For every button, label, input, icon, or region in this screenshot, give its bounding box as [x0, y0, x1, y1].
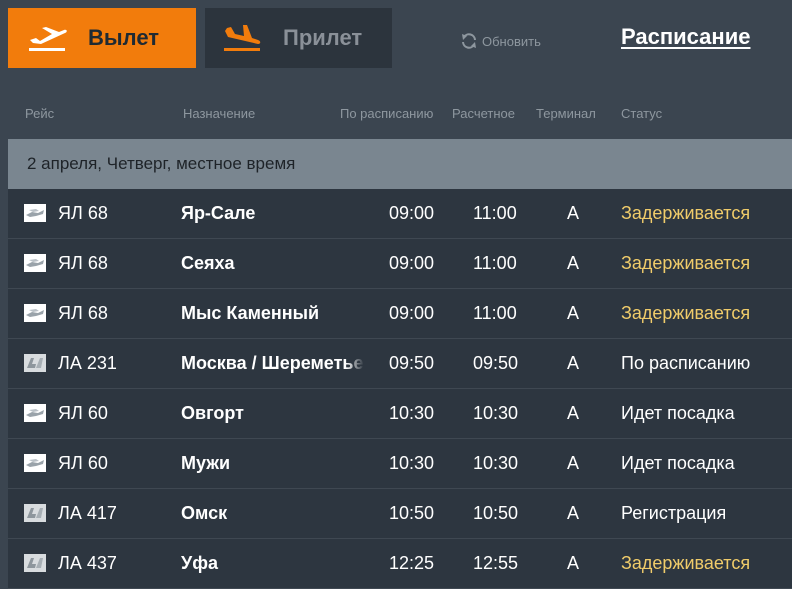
estimated-time: 10:30 [473, 403, 519, 423]
scheduled-time: 09:00 [389, 253, 435, 273]
destination: Омск [181, 489, 364, 538]
header-flight: Рейс [25, 106, 55, 121]
plane-takeoff-icon [29, 27, 67, 51]
flight-number: ЛА 231 [58, 353, 117, 373]
flight-number: ЛА 417 [58, 503, 117, 523]
estimated-time: 11:00 [473, 203, 517, 223]
flight-number: ЯЛ 68 [58, 303, 108, 323]
refresh-button[interactable]: Обновить [459, 31, 541, 51]
table-row[interactable]: ЛА 417 Омск 10:50 10:50 A Регистрация [8, 489, 792, 539]
tab-departures[interactable]: Вылет [8, 8, 196, 68]
table-row[interactable]: ЛА 437 Уфа 12:25 12:55 A Задерживается [8, 539, 792, 589]
terminal: A [567, 203, 580, 223]
estimated-time: 11:00 [473, 253, 517, 273]
terminal: A [567, 553, 580, 573]
flights-table: ЯЛ 68 Яр-Сале 09:00 11:00 A Задерживается ЯЛ 6… [8, 189, 792, 589]
estimated-time: 11:00 [473, 303, 517, 323]
airline-logo-icon [24, 304, 46, 322]
header-destination: Назначение [183, 106, 256, 121]
flight-status: Регистрация [621, 503, 727, 523]
table-row[interactable]: ЯЛ 68 Сеяха 09:00 11:00 A Задерживается [8, 239, 792, 289]
flight-status: Задерживается [621, 553, 751, 573]
scheduled-time: 10:50 [389, 503, 435, 523]
terminal: A [567, 403, 580, 423]
destination: Яр-Сале [181, 189, 364, 238]
tab-departures-label: Вылет [88, 25, 160, 50]
airline-logo-icon [24, 354, 46, 372]
destination: Москва / Шереметьево [181, 339, 364, 388]
flight-number: ЯЛ 68 [58, 253, 108, 273]
plane-landing-icon [224, 25, 261, 51]
terminal: A [567, 453, 580, 473]
estimated-time: 10:50 [473, 503, 519, 523]
tab-arrivals-label: Прилет [283, 25, 363, 50]
tab-arrivals[interactable]: Прилет [205, 8, 392, 68]
flight-status: Задерживается [621, 203, 751, 223]
scheduled-time: 12:25 [389, 553, 435, 573]
destination: Сеяха [181, 239, 364, 288]
header-status: Статус [621, 106, 663, 121]
scheduled-time: 10:30 [389, 453, 435, 473]
flight-status: Идет посадка [621, 403, 735, 423]
terminal: A [567, 253, 580, 273]
airline-logo-icon [24, 204, 46, 222]
airline-logo-icon [24, 554, 46, 572]
flight-number: ЯЛ 68 [58, 203, 108, 223]
scheduled-time: 10:30 [389, 403, 435, 423]
header-estimated: Расчетное [452, 106, 515, 121]
table-row[interactable]: ЯЛ 60 Мужи 10:30 10:30 A Идет посадка [8, 439, 792, 489]
refresh-icon [462, 33, 476, 49]
destination: Уфа [181, 539, 364, 588]
flight-status: Задерживается [621, 303, 751, 323]
estimated-time: 10:30 [473, 453, 519, 473]
date-bar: 2 апреля, Четверг, местное время [8, 139, 792, 189]
schedule-link[interactable]: Расписание [621, 24, 750, 50]
airline-logo-icon [24, 254, 46, 272]
terminal: A [567, 503, 580, 523]
destination: Мыс Каменный [181, 289, 364, 338]
refresh-label: Обновить [482, 33, 541, 49]
table-header: Рейс Назначение По расписанию Расчетное … [0, 106, 792, 122]
estimated-time: 09:50 [473, 353, 519, 373]
table-row[interactable]: ЯЛ 60 Овгорт 10:30 10:30 A Идет посадка [8, 389, 792, 439]
flight-status: Задерживается [621, 253, 751, 273]
flight-status: По расписанию [621, 353, 751, 373]
flight-number: ЯЛ 60 [58, 453, 108, 473]
header-scheduled: По расписанию [340, 106, 434, 121]
flight-number: ЯЛ 60 [58, 403, 108, 423]
flight-number: ЛА 437 [58, 553, 117, 573]
airline-logo-icon [24, 404, 46, 422]
date-label: 2 апреля, Четверг, местное время [27, 154, 296, 173]
destination: Мужи [181, 439, 364, 488]
flight-status: Идет посадка [621, 453, 735, 473]
terminal: A [567, 353, 580, 373]
destination: Овгорт [181, 389, 364, 438]
table-row[interactable]: ЯЛ 68 Яр-Сале 09:00 11:00 A Задерживается [8, 189, 792, 239]
airline-logo-icon [24, 504, 46, 522]
terminal: A [567, 303, 580, 323]
airline-logo-icon [24, 454, 46, 472]
scheduled-time: 09:00 [389, 303, 435, 323]
header-terminal: Терминал [536, 106, 596, 121]
estimated-time: 12:55 [473, 553, 519, 573]
scheduled-time: 09:50 [389, 353, 435, 373]
table-row[interactable]: ЛА 231 Москва / Шереметьево 09:50 09:50 A По … [8, 339, 792, 389]
table-row[interactable]: ЯЛ 68 Мыс Каменный 09:00 11:00 A Задерживаетс… [8, 289, 792, 339]
scheduled-time: 09:00 [389, 203, 435, 223]
